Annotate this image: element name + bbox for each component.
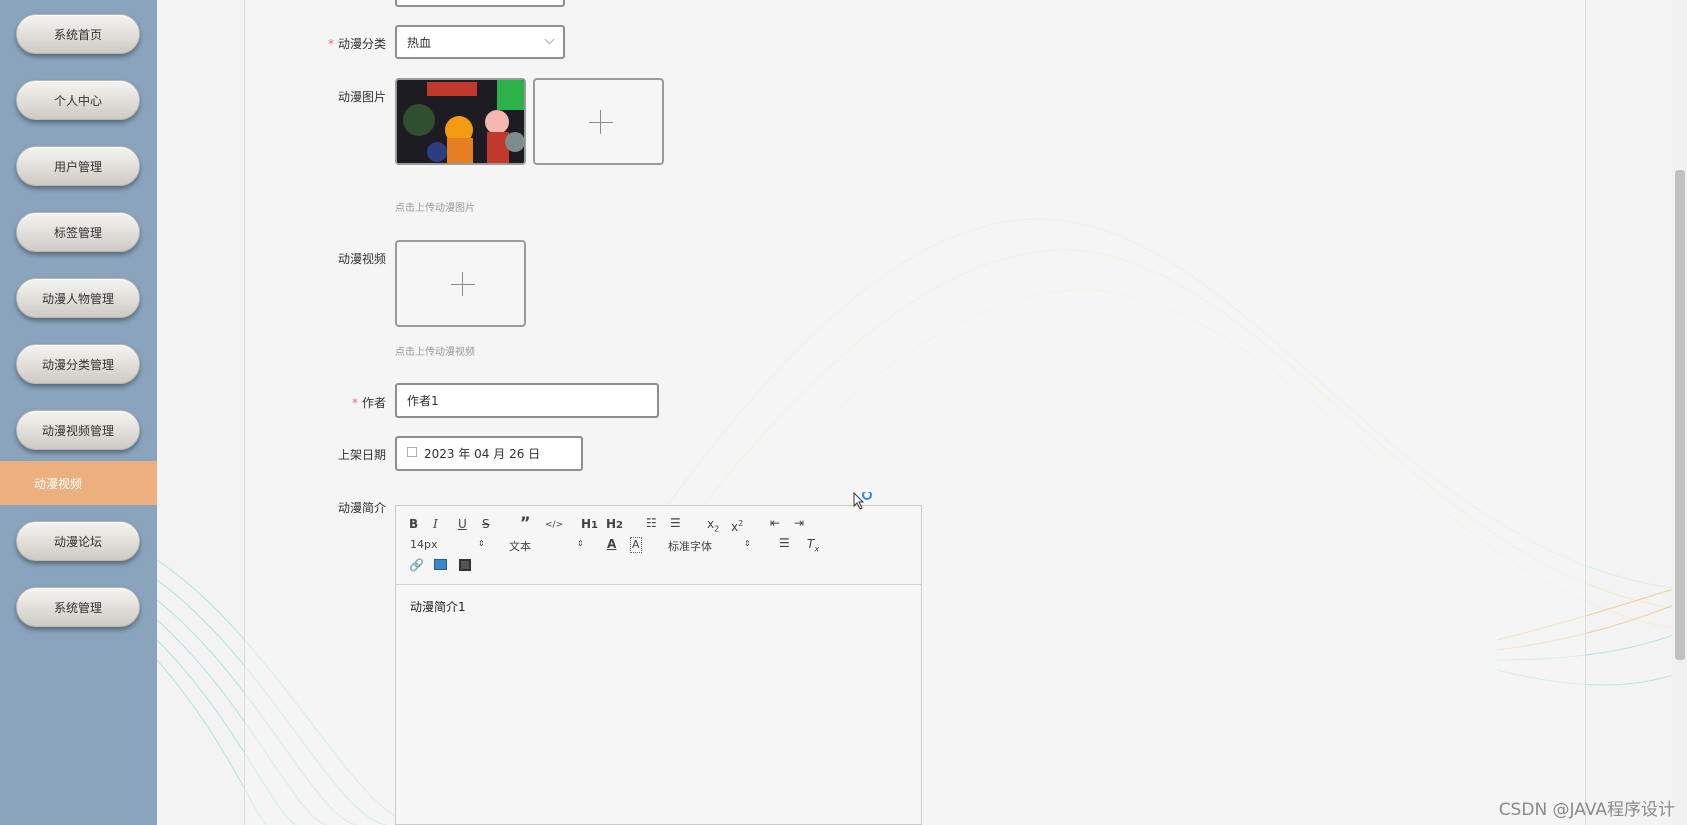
heading1-icon[interactable]: H1 xyxy=(581,517,598,533)
date-value: 2023 年 04 月 26 日 xyxy=(424,447,541,461)
subscript-icon[interactable]: x2 xyxy=(707,517,719,536)
rich-text-editor: B I U S ” </> H1 H2 ☷ ☰ x2 x2 ⇤ ⇥ 14px ⇕… xyxy=(395,505,922,825)
sidebar: 系统首页 个人中心 用户管理 标签管理 动漫人物管理 动漫分类管理 动漫视频管理… xyxy=(0,0,157,825)
plus-icon xyxy=(589,122,613,123)
date-label: 上架日期 xyxy=(337,448,386,462)
author-input-value: 作者1 xyxy=(407,394,439,408)
watermark: CSDN @JAVA程序设计 xyxy=(1498,800,1675,820)
sidebar-item-user-management[interactable]: 用户管理 xyxy=(16,146,140,186)
scrollbar-thumb[interactable] xyxy=(1675,170,1685,660)
author-label-text: 作者 xyxy=(361,396,386,410)
image-upload-hint: 点击上传动漫图片 xyxy=(395,203,475,214)
blockquote-icon[interactable]: ” xyxy=(520,515,531,531)
align-icon[interactable]: ☰ xyxy=(779,536,790,550)
image-upload-button[interactable] xyxy=(533,78,664,165)
anime-poster-image xyxy=(397,80,524,163)
sidebar-item-personal-center[interactable]: 个人中心 xyxy=(16,80,140,120)
mouse-cursor-icon xyxy=(853,492,872,510)
sidebar-item-anime-video[interactable]: 动漫视频 xyxy=(0,461,157,505)
clear-format-icon[interactable]: Tx xyxy=(807,537,819,556)
category-label-text: 动漫分类 xyxy=(337,37,386,51)
indent-increase-icon[interactable]: ⇥ xyxy=(794,516,804,530)
anime-image-thumbnail[interactable] xyxy=(395,78,526,165)
author-input[interactable]: 作者1 xyxy=(395,383,659,418)
image-label: 动漫图片 xyxy=(337,90,386,104)
category-select[interactable]: 热血 xyxy=(395,25,565,59)
sidebar-item-character-management[interactable]: 动漫人物管理 xyxy=(16,278,140,318)
sidebar-item-home[interactable]: 系统首页 xyxy=(16,14,140,54)
sidebar-item-forum[interactable]: 动漫论坛 xyxy=(16,521,140,561)
image-icon[interactable] xyxy=(434,559,447,570)
background-color-icon[interactable]: A xyxy=(630,537,642,553)
link-icon[interactable]: 🔗 xyxy=(409,558,424,572)
editor-toolbar: B I U S ” </> H1 H2 ☷ ☰ x2 x2 ⇤ ⇥ 14px ⇕… xyxy=(396,506,921,585)
font-family-select[interactable]: 标准字体 ⇕ xyxy=(668,538,756,554)
superscript-icon[interactable]: x2 xyxy=(731,517,743,534)
video-upload-hint: 点击上传动漫视频 xyxy=(395,347,475,358)
editor-content[interactable]: 动漫简介1 xyxy=(410,598,466,615)
strikethrough-icon[interactable]: S xyxy=(482,517,490,531)
font-family-value: 标准字体 xyxy=(668,540,712,553)
video-label: 动漫视频 xyxy=(337,252,386,266)
plus-icon-vertical xyxy=(600,110,601,134)
select-arrows-icon: ⇕ xyxy=(577,539,584,548)
underline-icon[interactable]: U xyxy=(458,517,467,531)
font-size-select[interactable]: 14px ⇕ xyxy=(410,538,490,551)
video-icon[interactable] xyxy=(459,559,471,571)
intro-label: 动漫简介 xyxy=(337,501,386,515)
video-upload-button[interactable] xyxy=(395,240,526,327)
category-select-value: 热血 xyxy=(407,35,432,50)
plus-icon-vertical xyxy=(462,272,463,296)
italic-icon[interactable]: I xyxy=(433,517,438,531)
select-arrows-icon: ⇕ xyxy=(744,539,751,548)
plus-icon xyxy=(451,284,475,285)
indent-decrease-icon[interactable]: ⇤ xyxy=(770,516,780,530)
code-block-icon[interactable]: </> xyxy=(545,518,563,532)
text-type-select[interactable]: 文本 ⇕ xyxy=(509,538,589,554)
chevron-down-icon xyxy=(544,34,555,45)
bold-icon[interactable]: B xyxy=(409,517,418,531)
author-label: * 作者 xyxy=(266,394,386,411)
category-label: * 动漫分类 xyxy=(266,35,386,52)
sidebar-item-tag-management[interactable]: 标签管理 xyxy=(16,212,140,252)
sidebar-item-system-management[interactable]: 系统管理 xyxy=(16,587,140,627)
heading2-icon[interactable]: H2 xyxy=(606,517,623,533)
select-arrows-icon: ⇕ xyxy=(478,539,485,548)
previous-field-input[interactable] xyxy=(395,0,565,7)
required-mark: * xyxy=(327,37,334,51)
font-color-icon[interactable]: A xyxy=(607,537,616,551)
ordered-list-icon[interactable]: ☷ xyxy=(646,516,657,530)
sidebar-item-video-management[interactable]: 动漫视频管理 xyxy=(16,410,140,450)
date-picker[interactable]: 2023 年 04 月 26 日 xyxy=(395,436,583,471)
text-type-value: 文本 xyxy=(509,540,531,553)
bullet-list-icon[interactable]: ☰ xyxy=(670,516,681,530)
sidebar-item-category-management[interactable]: 动漫分类管理 xyxy=(16,344,140,384)
calendar-icon xyxy=(407,447,417,457)
font-size-value: 14px xyxy=(410,538,438,551)
required-mark: * xyxy=(351,396,358,410)
